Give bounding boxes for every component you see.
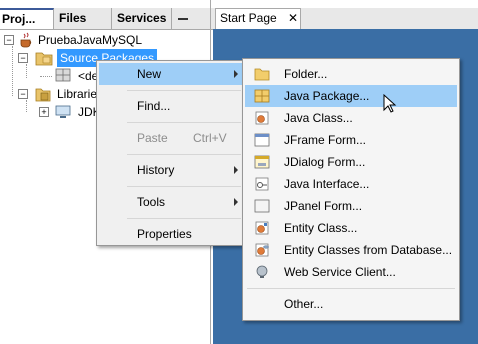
new-submenu: Folder... Java Package... Java Class... …: [242, 58, 460, 321]
submenu-arrow-icon: [234, 198, 238, 206]
menu-item-new-label: New: [137, 67, 162, 81]
submenu-item-jpanel-form[interactable]: JPanel Form...: [245, 195, 457, 217]
submenu-arrow-icon: [234, 70, 238, 78]
minimize-icon: [178, 18, 188, 20]
java-package-icon: [254, 89, 270, 103]
menu-item-paste-shortcut: Ctrl+V: [193, 131, 227, 145]
jdk-icon: [55, 105, 71, 118]
menu-separator: [127, 186, 241, 187]
jframe-form-icon: [254, 133, 270, 147]
tab-services[interactable]: Services: [112, 8, 172, 29]
tree-line: [12, 46, 13, 96]
submenu-item-jpanel-form-label: JPanel Form...: [284, 199, 363, 213]
submenu-item-web-service-client-label: Web Service Client...: [284, 265, 396, 279]
java-class-icon: [255, 111, 269, 125]
submenu-item-web-service-client[interactable]: Web Service Client...: [245, 261, 457, 283]
submenu-item-java-class-label: Java Class...: [284, 111, 353, 125]
submenu-item-folder-label: Folder...: [284, 67, 328, 81]
tree-item-project[interactable]: PruebaJavaMySQL: [38, 31, 142, 49]
context-menu: New Find... Paste Ctrl+V History Tools P…: [96, 60, 246, 246]
tab-start-page-label: Start Page: [220, 11, 277, 25]
collapse-project-toggle[interactable]: −: [4, 35, 14, 45]
submenu-arrow-icon: [234, 166, 238, 174]
menu-item-find[interactable]: Find...: [99, 95, 243, 117]
folder-icon: [254, 68, 270, 81]
submenu-item-entity-classes-from-database[interactable]: Entity Classes from Database...: [245, 239, 457, 261]
submenu-item-jdialog-form[interactable]: JDialog Form...: [245, 151, 457, 173]
libraries-icon: [35, 88, 51, 102]
jdialog-form-icon: [254, 155, 270, 169]
menu-item-find-label: Find...: [137, 99, 171, 113]
submenu-item-jframe-form[interactable]: JFrame Form...: [245, 129, 457, 151]
menu-separator: [127, 218, 241, 219]
menu-separator: [127, 154, 241, 155]
expand-jdk-toggle[interactable]: +: [39, 107, 49, 117]
collapse-source-packages-toggle[interactable]: −: [18, 53, 28, 63]
submenu-item-entity-classes-from-database-label: Entity Classes from Database...: [284, 243, 453, 257]
submenu-item-java-interface[interactable]: Java Interface...: [245, 173, 457, 195]
submenu-item-jdialog-form-label: JDialog Form...: [284, 155, 366, 169]
menu-separator: [127, 90, 241, 91]
submenu-item-folder[interactable]: Folder...: [245, 63, 457, 85]
menu-item-tools[interactable]: Tools: [99, 191, 243, 213]
menu-separator: [127, 122, 241, 123]
menu-item-tools-label: Tools: [137, 195, 166, 209]
menu-item-history-label: History: [137, 163, 175, 177]
submenu-item-other-label: Other...: [284, 297, 324, 311]
entity-class-icon: [255, 221, 269, 235]
menu-item-new[interactable]: New: [99, 63, 243, 85]
submenu-item-entity-class[interactable]: Entity Class...: [245, 217, 457, 239]
submenu-item-other[interactable]: Other...: [245, 293, 457, 315]
submenu-item-jframe-form-label: JFrame Form...: [284, 133, 367, 147]
java-project-icon: [20, 32, 32, 48]
web-service-client-icon: [256, 265, 268, 278]
tab-start-page[interactable]: Start Page ✕: [215, 8, 301, 29]
submenu-item-entity-class-label: Entity Class...: [284, 221, 358, 235]
submenu-item-java-class[interactable]: Java Class...: [245, 107, 457, 129]
submenu-item-java-package-label: Java Package...: [284, 89, 370, 103]
entity-classes-db-icon: [255, 243, 269, 257]
menu-separator: [247, 288, 455, 289]
menu-item-history[interactable]: History: [99, 159, 243, 181]
source-packages-icon: [35, 52, 53, 66]
java-interface-icon: [255, 177, 269, 191]
close-icon[interactable]: ✕: [288, 9, 298, 28]
tab-projects[interactable]: Proj...: [0, 8, 54, 29]
menu-item-paste[interactable]: Paste Ctrl+V: [99, 127, 243, 149]
mouse-cursor-icon: [383, 94, 397, 113]
collapse-libraries-toggle[interactable]: −: [18, 89, 28, 99]
tab-files[interactable]: Files: [54, 8, 112, 29]
minimize-panel-button[interactable]: [176, 14, 188, 22]
tree-line: [26, 100, 27, 112]
projects-tabbar: Proj... Files Services: [0, 8, 210, 30]
menu-item-paste-label: Paste: [137, 131, 168, 145]
submenu-item-java-interface-label: Java Interface...: [284, 177, 370, 191]
package-icon: [55, 68, 71, 82]
tree-line: [26, 64, 27, 78]
editor-tabbar: Start Page ✕: [211, 8, 478, 30]
menu-item-properties[interactable]: Properties: [99, 223, 243, 245]
submenu-item-java-package[interactable]: Java Package...: [245, 85, 457, 107]
tree-line: [40, 76, 52, 77]
jpanel-form-icon: [254, 199, 270, 213]
menu-item-properties-label: Properties: [137, 227, 192, 241]
